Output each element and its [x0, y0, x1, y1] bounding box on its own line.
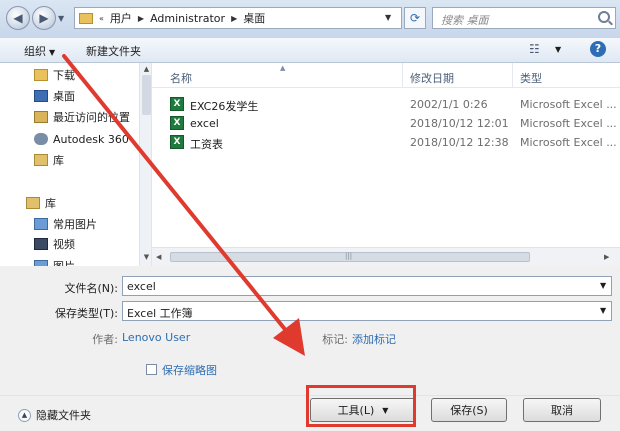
- annotation-arrow-head: [273, 318, 305, 356]
- annotation-arrow: [62, 54, 305, 356]
- annotation-arrow-shaft: [62, 54, 294, 340]
